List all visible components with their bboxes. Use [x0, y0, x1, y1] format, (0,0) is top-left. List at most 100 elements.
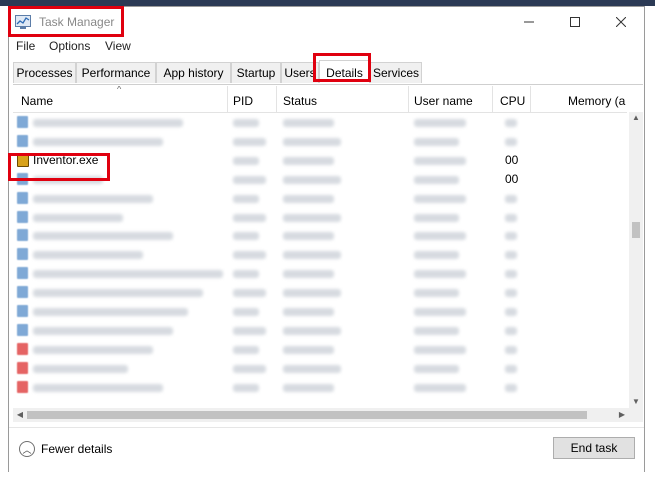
redacted-user	[414, 270, 466, 279]
scroll-right-icon[interactable]: ▶	[615, 408, 629, 422]
column-name[interactable]: Name	[21, 86, 53, 112]
column-separator[interactable]	[276, 86, 277, 112]
table-row[interactable]	[13, 264, 627, 283]
redacted-user	[414, 194, 466, 203]
scroll-left-icon[interactable]: ◀	[13, 408, 27, 422]
redacted-pid	[233, 194, 259, 203]
process-cpu: 00	[505, 152, 519, 167]
process-icon	[17, 248, 28, 261]
process-icon	[17, 191, 28, 204]
table-row[interactable]	[13, 189, 627, 208]
process-cpu: 00	[505, 171, 519, 186]
table-row[interactable]	[13, 302, 627, 321]
scroll-down-icon[interactable]: ▼	[629, 396, 643, 408]
process-icon	[17, 267, 28, 280]
redacted-name	[33, 308, 188, 316]
column-memory[interactable]: Memory (a	[568, 86, 625, 112]
column-status[interactable]: Status	[283, 86, 317, 112]
redacted-pid	[233, 156, 259, 165]
redacted-pid	[233, 308, 259, 316]
scroll-up-icon[interactable]: ▲	[629, 112, 643, 124]
redacted-user	[414, 251, 459, 260]
redacted-user	[414, 364, 459, 373]
redacted-status	[283, 119, 334, 127]
horizontal-scroll-thumb[interactable]	[27, 411, 587, 419]
column-separator[interactable]	[492, 86, 493, 112]
table-row[interactable]	[13, 245, 627, 264]
tab-app-history[interactable]: App history	[156, 62, 231, 83]
fewer-details-label: Fewer details	[41, 442, 113, 456]
redacted-cpu	[505, 194, 517, 203]
redacted-user	[414, 308, 466, 316]
chevron-up-icon: ︿	[19, 441, 35, 457]
column-user-name[interactable]: User name	[414, 86, 473, 112]
column-separator[interactable]	[227, 86, 228, 112]
redacted-user	[414, 119, 466, 127]
menu-options[interactable]: Options	[49, 39, 90, 53]
table-row[interactable]	[13, 208, 627, 227]
redacted-user	[414, 232, 466, 241]
redacted-name	[33, 270, 223, 279]
process-icon	[17, 116, 28, 128]
tab-processes[interactable]: Processes	[13, 62, 76, 83]
table-row[interactable]	[13, 321, 627, 340]
redacted-user	[414, 137, 459, 146]
redacted-cpu	[505, 232, 517, 241]
process-icon	[17, 229, 28, 242]
table-header: ^ Name PID Status User name CPU Memory (…	[13, 86, 627, 113]
vertical-scroll-thumb[interactable]	[632, 222, 640, 238]
process-icon	[17, 361, 28, 374]
table-row[interactable]	[13, 226, 627, 245]
redacted-cpu	[505, 289, 517, 298]
minimize-button[interactable]	[506, 7, 552, 37]
column-separator[interactable]	[530, 86, 531, 112]
redacted-status	[283, 289, 341, 298]
redacted-name	[33, 213, 123, 222]
redacted-status	[283, 194, 334, 203]
process-icon	[17, 380, 28, 393]
redacted-name	[33, 289, 203, 298]
tab-services[interactable]: Services	[370, 62, 422, 83]
highlight-inventor-row	[8, 153, 110, 181]
process-icon	[17, 134, 28, 147]
table-row[interactable]	[13, 113, 627, 132]
redacted-status	[283, 345, 334, 354]
redacted-user	[414, 383, 466, 392]
tab-performance[interactable]: Performance	[76, 62, 156, 83]
redacted-pid	[233, 326, 266, 335]
menu-file[interactable]: File	[16, 39, 35, 53]
end-task-button[interactable]: End task	[553, 437, 635, 459]
process-icon	[17, 323, 28, 336]
table-row[interactable]	[13, 340, 627, 359]
fewer-details-button[interactable]: ︿ Fewer details	[19, 441, 112, 457]
close-button[interactable]	[598, 7, 644, 37]
maximize-button[interactable]	[552, 7, 598, 37]
column-separator[interactable]	[408, 86, 409, 112]
table-row[interactable]	[13, 359, 627, 378]
process-icon	[17, 286, 28, 299]
redacted-pid	[233, 345, 259, 354]
process-icon	[17, 210, 28, 223]
column-pid[interactable]: PID	[233, 86, 253, 112]
table-row[interactable]	[13, 283, 627, 302]
highlight-details-tab	[313, 53, 371, 82]
redacted-status	[283, 326, 341, 335]
highlight-title	[8, 6, 124, 37]
footer-bar: ︿ Fewer details End task	[9, 427, 644, 472]
redacted-status	[283, 308, 334, 316]
horizontal-scrollbar[interactable]: ◀ ▶	[13, 408, 629, 422]
tab-startup[interactable]: Startup	[231, 62, 281, 83]
minimize-icon	[524, 21, 534, 23]
redacted-status	[283, 383, 334, 392]
redacted-pid	[233, 213, 266, 222]
table-row[interactable]	[13, 378, 627, 397]
redacted-name	[33, 326, 173, 335]
column-cpu[interactable]: CPU	[500, 86, 525, 112]
table-row[interactable]	[13, 132, 627, 151]
vertical-scrollbar[interactable]: ▲ ▼	[629, 112, 643, 408]
redacted-status	[283, 232, 334, 241]
redacted-status	[283, 364, 341, 373]
redacted-pid	[233, 383, 259, 392]
redacted-name	[33, 345, 153, 354]
menu-view[interactable]: View	[105, 39, 131, 53]
